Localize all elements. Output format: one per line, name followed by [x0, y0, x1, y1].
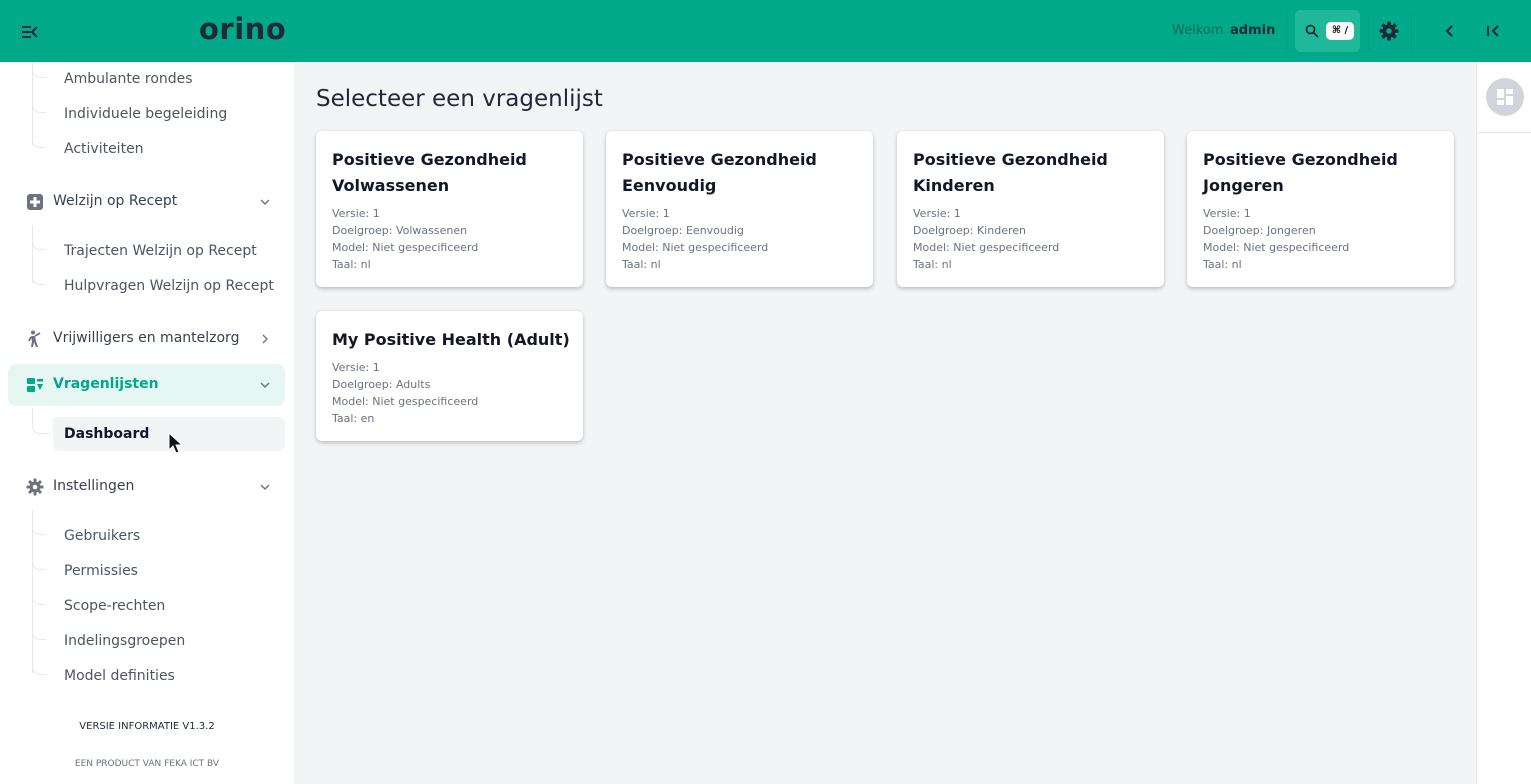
divider	[1411, 12, 1412, 50]
product-info: EEN PRODUCT VAN FEKA ICT BV	[74, 759, 220, 769]
search-shortcut-badge: ⌘ /	[1326, 22, 1354, 40]
card-language: Taal: nl	[1203, 258, 1242, 271]
search-button[interactable]: ⌘ /	[1295, 10, 1360, 52]
sidebar-item-individuele-begeleiding[interactable]: Individuele begeleiding	[64, 106, 227, 122]
right-rail	[1476, 62, 1531, 784]
questionnaire-card[interactable]: Positieve Gezondheid Eenvoudig Versie: 1…	[606, 131, 873, 287]
sidebar-group-welzijn-op-recept[interactable]: Welzijn op Recept	[8, 181, 285, 223]
sidebar-item-permissies[interactable]: Permissies	[64, 563, 138, 579]
chevron-left-icon[interactable]	[1442, 22, 1458, 40]
search-icon	[1305, 24, 1319, 38]
sidebar-item-trajecten-welzijn[interactable]: Trajecten Welzijn op Recept	[64, 243, 257, 259]
version-info[interactable]: VERSIE INFORMATIE V1.3.2	[0, 721, 294, 732]
questionnaire-card[interactable]: Positieve Gezondheid Volwassenen Versie:…	[316, 131, 583, 287]
card-version: Versie: 1	[1203, 207, 1251, 220]
card-model: Model: Niet gespecificeerd	[332, 241, 479, 254]
card-title: Positieve Gezondheid Kinderen	[913, 150, 1108, 195]
card-version: Versie: 1	[332, 361, 380, 374]
card-target-group: Doelgroep: Kinderen	[913, 224, 1026, 237]
settings-gear-icon[interactable]	[1378, 20, 1400, 42]
plus-square-icon	[27, 194, 43, 210]
sidebar-item-scope-rechten[interactable]: Scope-rechten	[64, 598, 165, 614]
tree-connector	[32, 595, 46, 605]
sidebar-item-indelingsgroepen[interactable]: Indelingsgroepen	[64, 633, 185, 649]
mouse-cursor-icon	[168, 432, 184, 454]
sidebar-group-label: Vragenlijsten	[53, 376, 159, 392]
card-version: Versie: 1	[913, 207, 961, 220]
card-language: Taal: en	[332, 412, 375, 425]
questionnaire-icon	[27, 378, 43, 392]
card-model: Model: Niet gespecificeerd	[1203, 241, 1350, 254]
sidebar-group-label: Vrijwilligers en mantelzorg	[53, 330, 240, 346]
card-target-group: Doelgroep: Volwassenen	[332, 224, 468, 237]
chevron-down-icon	[260, 484, 270, 490]
sidebar: Ambulante rondes Individuele begeleiding…	[0, 62, 294, 784]
sidebar-group-instellingen[interactable]: Instellingen	[8, 466, 285, 508]
collapse-panel-icon[interactable]	[1484, 22, 1502, 40]
sidebar-item-activiteiten[interactable]: Activiteiten	[64, 141, 144, 157]
menu-collapse-icon[interactable]	[20, 22, 40, 42]
tree-connector	[32, 424, 50, 434]
sidebar-group-vrijwilligers[interactable]: Vrijwilligers en mantelzorg	[8, 318, 285, 360]
tree-line	[32, 510, 33, 673]
dashboard-grid-icon	[1497, 89, 1513, 105]
top-bar: orino Welkom admin ⌘ /	[0, 0, 1531, 62]
sidebar-item-model-definities[interactable]: Model definities	[64, 668, 175, 684]
user-name[interactable]: admin	[1230, 23, 1275, 38]
card-version: Versie: 1	[332, 207, 380, 220]
sidebar-group-vragenlijsten[interactable]: Vragenlijsten	[8, 364, 285, 406]
card-target-group: Doelgroep: Jongeren	[1203, 224, 1316, 237]
dashboard-widget-button[interactable]	[1486, 78, 1524, 116]
chevron-right-icon	[262, 334, 268, 344]
card-target-group: Doelgroep: Eenvoudig	[622, 224, 744, 237]
questionnaire-card[interactable]: Positieve Gezondheid Kinderen Versie: 1 …	[897, 131, 1164, 287]
welcome-label: Welkom	[1172, 23, 1224, 38]
tree-connector	[32, 68, 46, 78]
card-target-group: Doelgroep: Adults	[332, 378, 431, 391]
card-language: Taal: nl	[622, 258, 661, 271]
tree-connector	[32, 240, 46, 250]
card-model: Model: Niet gespecificeerd	[622, 241, 769, 254]
card-language: Taal: nl	[332, 258, 371, 271]
sidebar-group-label: Instellingen	[53, 478, 135, 494]
tree-connector	[32, 630, 46, 640]
tree-connector	[32, 138, 46, 148]
chevron-down-icon	[260, 382, 270, 388]
card-language: Taal: nl	[913, 258, 952, 271]
card-title: Positieve Gezondheid Volwassenen	[332, 150, 527, 195]
page-title: Selecteer een vragenlijst	[316, 86, 603, 112]
card-model: Model: Niet gespecificeerd	[332, 395, 479, 408]
divider	[1286, 12, 1287, 50]
sidebar-item-hulpvragen-welzijn[interactable]: Hulpvragen Welzijn op Recept	[64, 278, 274, 294]
sidebar-item-label: Dashboard	[64, 426, 150, 442]
sidebar-item-ambulante-rondes[interactable]: Ambulante rondes	[64, 71, 193, 87]
chevron-down-icon	[260, 199, 270, 205]
gear-icon	[26, 478, 44, 496]
volunteer-icon	[28, 330, 41, 347]
divider	[1477, 132, 1531, 133]
app-logo[interactable]: orino	[199, 12, 286, 46]
card-title: My Positive Health (Adult)	[332, 330, 570, 349]
divider	[1368, 12, 1369, 50]
sidebar-item-gebruikers[interactable]: Gebruikers	[64, 528, 140, 544]
tree-connector	[32, 560, 46, 570]
card-version: Versie: 1	[622, 207, 670, 220]
card-title: Positieve Gezondheid Jongeren	[1203, 150, 1398, 195]
card-title: Positieve Gezondheid Eenvoudig	[622, 150, 817, 195]
questionnaire-card[interactable]: Positieve Gezondheid Jongeren Versie: 1 …	[1187, 131, 1454, 287]
card-model: Model: Niet gespecificeerd	[913, 241, 1060, 254]
tree-connector	[32, 275, 46, 285]
tree-connector	[32, 525, 46, 535]
sidebar-group-label: Welzijn op Recept	[53, 193, 178, 209]
tree-connector	[32, 103, 46, 113]
questionnaire-card[interactable]: My Positive Health (Adult) Versie: 1 Doe…	[316, 311, 583, 441]
tree-connector	[32, 665, 46, 675]
